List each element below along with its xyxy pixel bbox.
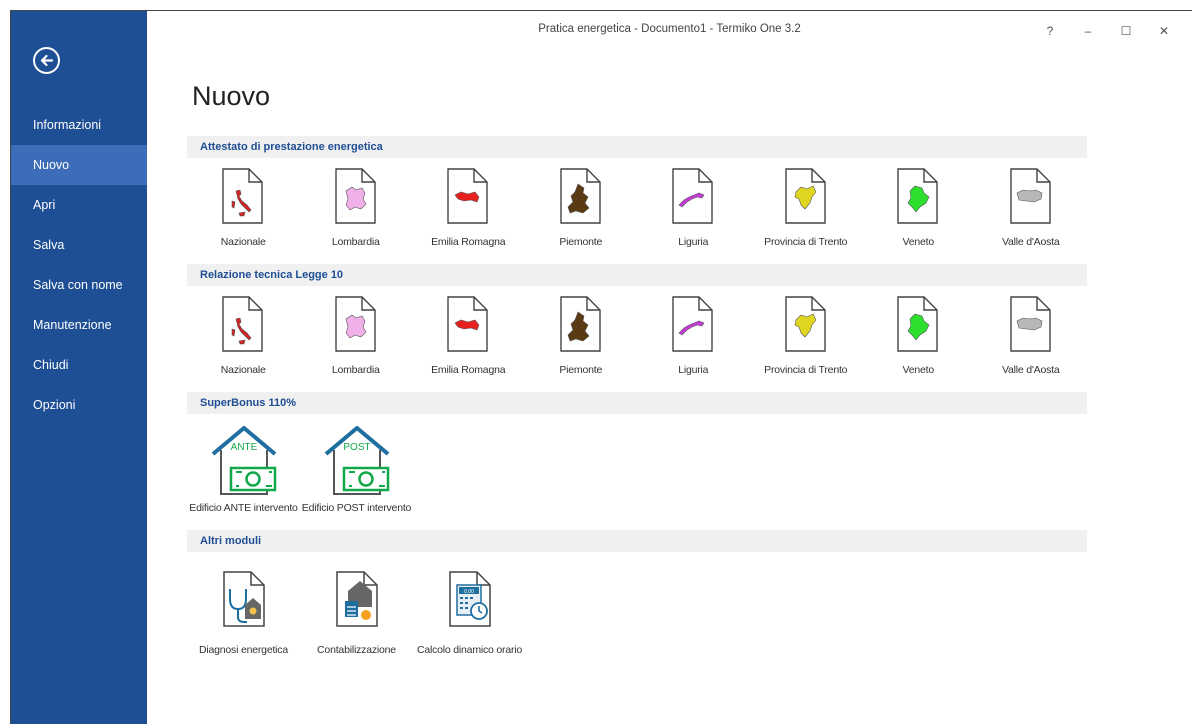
tiles-altri-moduli: Diagnosi energetica Contabilizzazione 0.… (187, 556, 1087, 674)
trento-map-icon (784, 162, 828, 230)
tile-label: Emilia Romagna (431, 364, 506, 376)
house-money-post-icon: POST (320, 418, 394, 500)
sidebar-item-nuovo[interactable]: Nuovo (11, 145, 147, 185)
page-title: Nuovo (192, 81, 271, 111)
sidebar-item-salva-con-nome[interactable]: Salva con nome (11, 265, 147, 305)
sidebar-nav: Informazioni Nuovo Apri Salva Salva con … (11, 105, 147, 425)
back-button[interactable] (33, 47, 60, 74)
maximize-button[interactable]: ☐ (1108, 21, 1144, 41)
tile-edificio-ante[interactable]: ANTE Edificio ANTE intervento (187, 418, 300, 528)
window-controls: ? – ☐ ✕ (1032, 21, 1182, 41)
tile-l10-trento[interactable]: Provincia di Trento (750, 290, 863, 390)
titlebar: Pratica energetica - Documento1 - Termik… (147, 11, 1192, 47)
piemonte-map-icon (559, 162, 603, 230)
tile-l10-liguria[interactable]: Liguria (637, 290, 750, 390)
tile-label: Calcolo dinamico orario (416, 644, 523, 656)
liguria-map-icon (671, 162, 715, 230)
tile-label: Valle d'Aosta (1001, 236, 1060, 248)
valle-aosta-map-icon (1009, 290, 1053, 358)
tile-label: Lombardia (331, 364, 380, 376)
stethoscope-house-icon (221, 556, 267, 642)
tiles-superbonus: ANTE Edificio ANTE intervento POST Edifi… (187, 418, 1087, 528)
section-header-superbonus: SuperBonus 110% (187, 392, 1087, 414)
section-header-altri-moduli: Altri moduli (187, 530, 1087, 552)
tile-l10-lombardia[interactable]: Lombardia (300, 290, 413, 390)
tiles-legge10: Nazionale Lombardia Emilia Romagna Piemo… (187, 290, 1087, 390)
tile-ape-emilia-romagna[interactable]: Emilia Romagna (412, 162, 525, 262)
tile-l10-nazionale[interactable]: Nazionale (187, 290, 300, 390)
tile-label: Liguria (678, 236, 709, 248)
tile-ape-valle-aosta[interactable]: Valle d'Aosta (975, 162, 1088, 262)
veneto-map-icon (896, 162, 940, 230)
sidebar-item-opzioni[interactable]: Opzioni (11, 385, 147, 425)
tile-label: Veneto (902, 236, 935, 248)
close-button[interactable]: ✕ (1146, 21, 1182, 41)
tile-label: Liguria (678, 364, 709, 376)
tile-ape-lombardia[interactable]: Lombardia (300, 162, 413, 262)
section-header-legge10: Relazione tecnica Legge 10 (187, 264, 1087, 286)
tile-label: Provincia di Trento (764, 236, 848, 248)
main-content: Nuovo Attestato di prestazione energetic… (187, 81, 1087, 676)
tile-label: Contabilizzazione (317, 644, 396, 656)
house-money-ante-icon: ANTE (207, 418, 281, 500)
veneto-map-icon (896, 290, 940, 358)
sidebar-item-informazioni[interactable]: Informazioni (11, 105, 147, 145)
tile-label: Valle d'Aosta (1001, 364, 1060, 376)
lombardia-map-icon (334, 162, 378, 230)
tile-label: Nazionale (220, 364, 266, 376)
tile-l10-valle-aosta[interactable]: Valle d'Aosta (975, 290, 1088, 390)
trento-map-icon (784, 290, 828, 358)
tile-l10-piemonte[interactable]: Piemonte (525, 290, 638, 390)
sidebar-item-manutenzione[interactable]: Manutenzione (11, 305, 147, 345)
tile-label: Veneto (902, 364, 935, 376)
sidebar-item-apri[interactable]: Apri (11, 185, 147, 225)
tile-ape-liguria[interactable]: Liguria (637, 162, 750, 262)
sidebar-item-salva[interactable]: Salva (11, 225, 147, 265)
tile-label: Emilia Romagna (431, 236, 506, 248)
tile-ape-trento[interactable]: Provincia di Trento (750, 162, 863, 262)
arrow-left-icon (40, 54, 54, 67)
piemonte-map-icon (559, 290, 603, 358)
backstage-sidebar: Informazioni Nuovo Apri Salva Salva con … (11, 11, 147, 724)
tile-ape-piemonte[interactable]: Piemonte (525, 162, 638, 262)
italy-map-icon (221, 162, 265, 230)
lombardia-map-icon (334, 290, 378, 358)
help-button[interactable]: ? (1032, 21, 1068, 41)
tile-label: Provincia di Trento (764, 364, 848, 376)
calculator-house-icon (334, 556, 380, 642)
tile-label: Diagnosi energetica (198, 644, 288, 656)
tile-l10-emilia-romagna[interactable]: Emilia Romagna (412, 290, 525, 390)
valle-aosta-map-icon (1009, 162, 1053, 230)
tile-label: Edificio POST intervento (301, 502, 412, 514)
tile-label: Lombardia (331, 236, 380, 248)
tile-calcolo-dinamico-orario[interactable]: 0.00 Calcolo dinamico orario (413, 556, 526, 674)
tiles-ape: Nazionale Lombardia Emilia Romagna Piemo… (187, 162, 1087, 262)
tile-label: Piemonte (559, 364, 603, 376)
tile-label: Nazionale (220, 236, 266, 248)
tile-edificio-post[interactable]: POST Edificio POST intervento (300, 418, 413, 528)
tile-contabilizzazione[interactable]: Contabilizzazione (300, 556, 413, 674)
svg-text:0.00: 0.00 (464, 589, 474, 595)
tile-label: Piemonte (559, 236, 603, 248)
tile-ape-nazionale[interactable]: Nazionale (187, 162, 300, 262)
minimize-button[interactable]: – (1070, 21, 1106, 41)
svg-text:POST: POST (343, 442, 370, 453)
emilia-romagna-map-icon (446, 162, 490, 230)
svg-text:ANTE: ANTE (230, 442, 257, 453)
tile-l10-veneto[interactable]: Veneto (862, 290, 975, 390)
italy-map-icon (221, 290, 265, 358)
sidebar-item-chiudi[interactable]: Chiudi (11, 345, 147, 385)
tile-label: Edificio ANTE intervento (189, 502, 298, 514)
app-window: Informazioni Nuovo Apri Salva Salva con … (10, 10, 1192, 724)
liguria-map-icon (671, 290, 715, 358)
calculator-clock-icon: 0.00 (447, 556, 493, 642)
emilia-romagna-map-icon (446, 290, 490, 358)
tile-ape-veneto[interactable]: Veneto (862, 162, 975, 262)
section-header-ape: Attestato di prestazione energetica (187, 136, 1087, 158)
tile-diagnosi-energetica[interactable]: Diagnosi energetica (187, 556, 300, 674)
